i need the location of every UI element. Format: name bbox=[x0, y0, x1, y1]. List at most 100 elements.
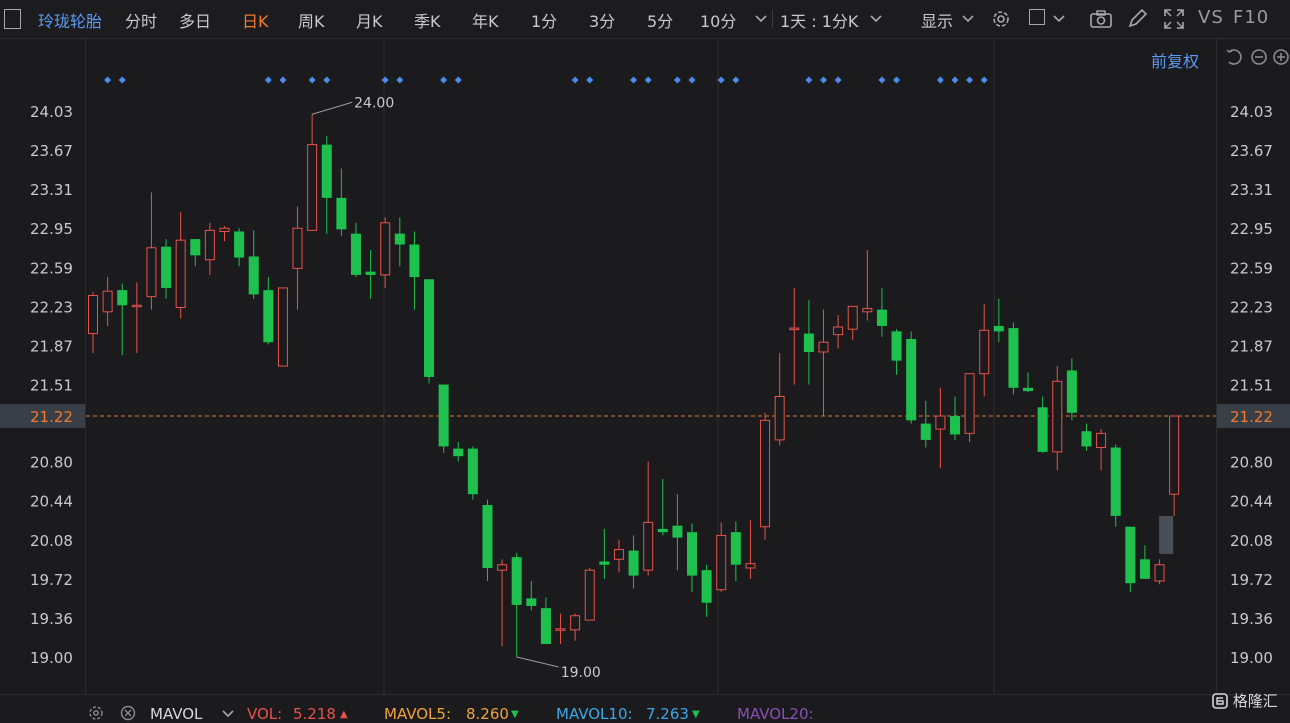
event-marker-icon[interactable] bbox=[732, 76, 740, 84]
candle-body[interactable] bbox=[234, 231, 245, 258]
candle-body[interactable] bbox=[906, 338, 917, 421]
candle-body[interactable] bbox=[964, 373, 975, 434]
candle-body[interactable] bbox=[716, 534, 727, 591]
candle-body[interactable] bbox=[511, 557, 522, 605]
candle-body[interactable] bbox=[424, 279, 435, 377]
candle-body[interactable] bbox=[613, 549, 624, 560]
candle-body[interactable] bbox=[570, 615, 581, 631]
event-marker-icon[interactable] bbox=[396, 76, 404, 84]
candle-body[interactable] bbox=[833, 326, 844, 336]
candle-body[interactable] bbox=[657, 528, 668, 533]
candle-body[interactable] bbox=[292, 227, 303, 269]
event-marker-icon[interactable] bbox=[104, 76, 112, 84]
candle-body[interactable] bbox=[730, 532, 741, 565]
candle-body[interactable] bbox=[526, 598, 537, 606]
candle-body[interactable] bbox=[847, 305, 858, 330]
candle-body[interactable] bbox=[1081, 431, 1092, 447]
candle-body[interactable] bbox=[161, 246, 172, 288]
candle-body[interactable] bbox=[336, 197, 347, 230]
event-marker-icon[interactable] bbox=[688, 76, 696, 84]
candle-body[interactable] bbox=[102, 290, 113, 313]
candle-body[interactable] bbox=[979, 329, 990, 375]
event-marker-icon[interactable] bbox=[308, 76, 316, 84]
candle-body[interactable] bbox=[307, 144, 318, 231]
candle-body[interactable] bbox=[643, 521, 654, 571]
candle-body[interactable] bbox=[540, 608, 551, 644]
candle-body[interactable] bbox=[1096, 432, 1107, 449]
event-marker-icon[interactable] bbox=[381, 76, 389, 84]
candle-body[interactable] bbox=[789, 327, 800, 331]
event-marker-icon[interactable] bbox=[893, 76, 901, 84]
candle-body[interactable] bbox=[876, 309, 887, 326]
candle-body[interactable] bbox=[497, 564, 508, 571]
candle-body[interactable] bbox=[1052, 380, 1063, 453]
candle-body[interactable] bbox=[687, 532, 698, 576]
indicator-select[interactable]: MAVOL bbox=[150, 705, 202, 723]
candle-body[interactable] bbox=[438, 384, 449, 447]
candle-body[interactable] bbox=[146, 247, 157, 298]
event-marker-icon[interactable] bbox=[951, 76, 959, 84]
candle-body[interactable] bbox=[321, 144, 332, 198]
event-marker-icon[interactable] bbox=[644, 76, 652, 84]
candle-body[interactable] bbox=[774, 395, 785, 441]
candle-body[interactable] bbox=[204, 229, 215, 261]
event-marker-icon[interactable] bbox=[717, 76, 725, 84]
candle-body[interactable] bbox=[131, 304, 142, 308]
event-marker-icon[interactable] bbox=[118, 76, 126, 84]
candle-body[interactable] bbox=[380, 222, 391, 276]
candle-body[interactable] bbox=[803, 333, 814, 352]
candle-body[interactable] bbox=[1066, 370, 1077, 413]
candle-body[interactable] bbox=[584, 569, 595, 621]
event-marker-icon[interactable] bbox=[936, 76, 944, 84]
event-marker-icon[interactable] bbox=[820, 76, 827, 84]
candle-body[interactable] bbox=[248, 256, 259, 295]
event-marker-icon[interactable] bbox=[805, 76, 813, 84]
candle-body[interactable] bbox=[1139, 559, 1150, 579]
event-marker-icon[interactable] bbox=[630, 76, 638, 84]
candle-body[interactable] bbox=[818, 341, 829, 353]
candle-body[interactable] bbox=[365, 271, 376, 275]
candle-body[interactable] bbox=[409, 244, 420, 278]
candle-body[interactable] bbox=[1037, 407, 1048, 452]
candle-body[interactable] bbox=[1008, 328, 1019, 388]
candle-body[interactable] bbox=[263, 290, 274, 343]
candle-body[interactable] bbox=[701, 570, 712, 603]
candle-body[interactable] bbox=[891, 331, 902, 361]
candle-body[interactable] bbox=[935, 415, 946, 430]
candle-body[interactable] bbox=[350, 233, 361, 275]
candle-body[interactable] bbox=[949, 416, 960, 435]
candle-body[interactable] bbox=[672, 525, 683, 538]
event-marker-icon[interactable] bbox=[878, 76, 886, 84]
event-marker-icon[interactable] bbox=[571, 76, 579, 84]
event-marker-icon[interactable] bbox=[323, 76, 331, 84]
event-marker-icon[interactable] bbox=[673, 76, 681, 84]
candle-body[interactable] bbox=[190, 239, 201, 256]
candle-body[interactable] bbox=[1023, 387, 1034, 392]
candle-body[interactable] bbox=[1169, 415, 1180, 495]
candle-body[interactable] bbox=[482, 505, 493, 568]
candle-body[interactable] bbox=[760, 419, 771, 528]
event-marker-icon[interactable] bbox=[264, 76, 272, 84]
candle-body[interactable] bbox=[394, 233, 405, 245]
event-marker-icon[interactable] bbox=[440, 76, 448, 84]
candle-body[interactable] bbox=[920, 423, 931, 440]
candle-body[interactable] bbox=[993, 325, 1004, 332]
candle-body[interactable] bbox=[277, 287, 288, 367]
candle-body[interactable] bbox=[745, 563, 756, 569]
candle-body[interactable] bbox=[1110, 447, 1121, 516]
event-marker-icon[interactable] bbox=[586, 76, 594, 84]
candle-body[interactable] bbox=[219, 227, 230, 232]
indicator-chevron-icon[interactable] bbox=[222, 709, 234, 719]
candle-body[interactable] bbox=[1125, 526, 1136, 584]
event-marker-icon[interactable] bbox=[454, 76, 462, 84]
candle-body[interactable] bbox=[467, 448, 478, 495]
event-marker-icon[interactable] bbox=[980, 76, 988, 84]
event-marker-icon[interactable] bbox=[966, 76, 974, 84]
candle-body[interactable] bbox=[175, 239, 186, 308]
candle-body[interactable] bbox=[628, 550, 639, 576]
candle-body[interactable] bbox=[453, 448, 464, 457]
candle-body[interactable] bbox=[88, 295, 98, 335]
event-marker-icon[interactable] bbox=[279, 76, 287, 84]
candle-body[interactable] bbox=[555, 628, 566, 631]
candle-body[interactable] bbox=[117, 290, 128, 306]
